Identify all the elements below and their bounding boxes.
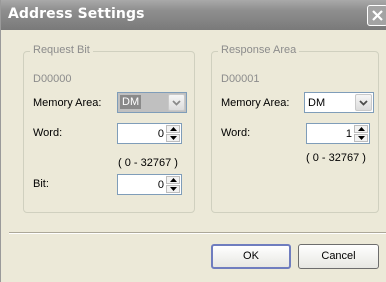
request-memory-area-select[interactable]: DM bbox=[117, 92, 187, 113]
request-word-spin-buttons bbox=[166, 125, 180, 142]
request-word-spin-down[interactable] bbox=[166, 134, 180, 142]
request-bit-address: D00000 bbox=[33, 73, 72, 85]
address-settings-dialog: Address Settings Request Bit D00000 Memo… bbox=[0, 0, 386, 282]
request-bit-label: Bit: bbox=[33, 178, 49, 190]
request-bit-value: 0 bbox=[157, 179, 164, 191]
spin-up-icon bbox=[170, 127, 177, 131]
request-word-label: Word: bbox=[33, 127, 63, 139]
chevron-down-icon bbox=[359, 100, 368, 106]
response-word-spin-down[interactable] bbox=[354, 134, 368, 142]
request-bit-spin-up[interactable] bbox=[166, 176, 180, 184]
request-bit-spin-down[interactable] bbox=[166, 185, 180, 193]
response-word-spinner[interactable]: 1 bbox=[306, 123, 370, 144]
close-button[interactable] bbox=[367, 5, 386, 26]
request-memory-area-dropdown-button[interactable] bbox=[168, 94, 185, 111]
spin-down-icon bbox=[170, 136, 177, 140]
response-word-range: ( 0 - 32767 ) bbox=[306, 152, 366, 164]
close-icon bbox=[372, 10, 383, 21]
response-word-value: 1 bbox=[345, 128, 352, 140]
response-area-address: D00001 bbox=[221, 73, 260, 85]
spin-down-icon bbox=[170, 187, 177, 191]
request-bit-spinner[interactable]: 0 bbox=[117, 174, 182, 195]
request-bit-spin-buttons bbox=[166, 176, 180, 193]
title-bar[interactable]: Address Settings bbox=[1, 0, 386, 30]
ok-button[interactable]: OK bbox=[211, 244, 291, 269]
chevron-down-icon bbox=[172, 100, 181, 106]
window-title: Address Settings bbox=[8, 6, 145, 22]
response-memory-area-label: Memory Area: bbox=[221, 97, 290, 109]
request-word-spinner[interactable]: 0 bbox=[117, 123, 182, 144]
response-word-spin-buttons bbox=[354, 125, 368, 142]
button-separator bbox=[9, 232, 386, 234]
response-memory-area-select[interactable]: DM bbox=[304, 92, 374, 113]
spin-up-icon bbox=[170, 178, 177, 182]
cancel-button[interactable]: Cancel bbox=[298, 244, 379, 269]
response-word-label: Word: bbox=[221, 127, 251, 139]
request-word-range: ( 0 - 32767 ) bbox=[118, 157, 178, 169]
request-memory-area-label: Memory Area: bbox=[33, 97, 102, 109]
request-word-spin-up[interactable] bbox=[166, 125, 180, 133]
response-word-spin-up[interactable] bbox=[354, 125, 368, 133]
request-bit-group-label: Request Bit bbox=[30, 44, 93, 56]
request-memory-area-value: DM bbox=[120, 95, 142, 109]
response-area-group-label: Response Area bbox=[218, 44, 300, 56]
spin-down-icon bbox=[358, 136, 365, 140]
response-memory-area-dropdown-button[interactable] bbox=[355, 94, 372, 111]
spin-up-icon bbox=[358, 127, 365, 131]
request-word-value: 0 bbox=[157, 128, 164, 140]
response-memory-area-value: DM bbox=[308, 97, 326, 109]
